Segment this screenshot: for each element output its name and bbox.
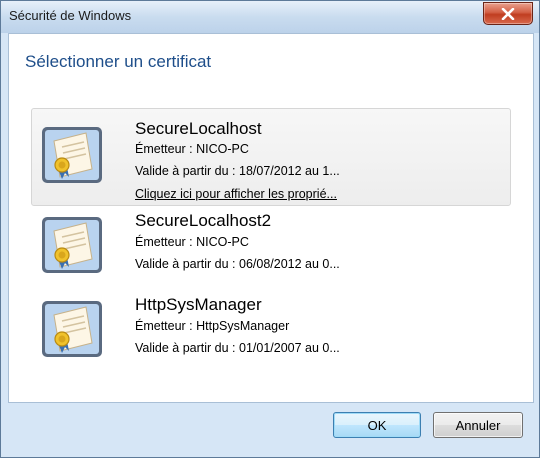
- certificate-name: HttpSysManager: [135, 295, 262, 314]
- certificate-validity: Valide à partir du : 06/08/2012 au 0...: [135, 257, 340, 271]
- dialog-footer: OK Annuler: [1, 401, 540, 459]
- title-bar[interactable]: Sécurité de Windows: [1, 1, 539, 33]
- ok-button[interactable]: OK: [333, 412, 421, 438]
- certificate-issuer: Émetteur : NICO-PC: [135, 235, 249, 249]
- certificate-item-httpsysmanager[interactable]: HttpSysManager Émetteur : HttpSysManager…: [31, 290, 511, 374]
- certificate-icon: [42, 301, 102, 357]
- window-title: Sécurité de Windows: [9, 8, 132, 23]
- dialog-window: Sécurité de Windows Sélectionner un cert…: [0, 0, 540, 458]
- close-button[interactable]: [483, 2, 533, 25]
- view-properties-link[interactable]: Cliquez ici pour afficher les proprié...: [135, 187, 337, 201]
- certificate-issuer: Émetteur : NICO-PC: [135, 142, 249, 156]
- cancel-button[interactable]: Annuler: [433, 412, 523, 438]
- certificate-list: SecureLocalhost Émetteur : NICO-PC Valid…: [31, 108, 511, 374]
- certificate-issuer: Émetteur : HttpSysManager: [135, 319, 290, 333]
- certificate-validity: Valide à partir du : 01/01/2007 au 0...: [135, 341, 340, 355]
- certificate-name: SecureLocalhost2: [135, 211, 272, 230]
- certificate-name: SecureLocalhost: [135, 119, 262, 138]
- certificate-icon: [42, 217, 102, 273]
- certificate-validity: Valide à partir du : 18/07/2012 au 1...: [135, 164, 340, 178]
- certificate-item-securelocalhost[interactable]: SecureLocalhost Émetteur : NICO-PC Valid…: [31, 108, 511, 206]
- dialog-content: Sélectionner un certificat SecureLocalho…: [8, 33, 534, 403]
- close-icon: [501, 7, 515, 20]
- certificate-item-securelocalhost2[interactable]: SecureLocalhost2 Émetteur : NICO-PC Vali…: [31, 206, 511, 290]
- dialog-heading: Sélectionner un certificat: [25, 52, 212, 71]
- certificate-icon: [42, 127, 102, 183]
